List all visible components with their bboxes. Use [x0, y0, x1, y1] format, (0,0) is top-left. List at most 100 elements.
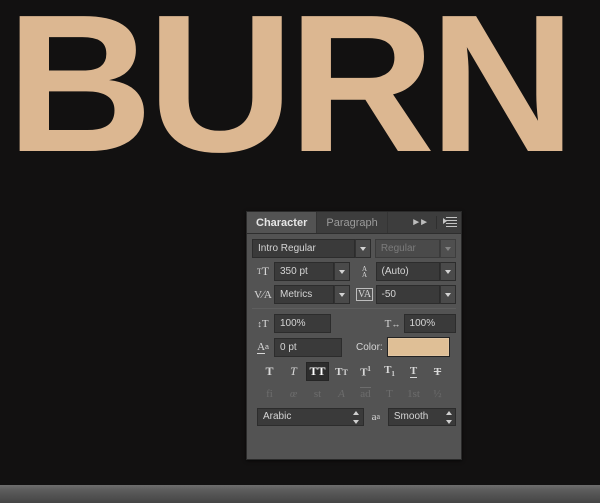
chevron-down-icon: [339, 270, 345, 274]
tab-character-label: Character: [256, 217, 307, 229]
vertical-scale-input[interactable]: 100%: [274, 314, 331, 333]
double-chevron-right-icon[interactable]: ►►: [408, 217, 430, 228]
all-caps-button[interactable]: TT: [306, 362, 329, 381]
vertical-scale-value: 100%: [280, 318, 306, 329]
tracking-combo[interactable]: -50: [376, 285, 456, 304]
leading-dropdown-arrow[interactable]: [440, 262, 456, 281]
font-family-input[interactable]: Intro Regular: [252, 239, 355, 258]
fractions-glyph: ½: [433, 388, 441, 400]
font-style-input[interactable]: Regular: [375, 239, 440, 258]
baseline-color-row: Aa 0 pt Color:: [252, 337, 456, 357]
scale-row: ↕T 100% T↔ 100%: [252, 314, 456, 333]
chevron-down-icon: [339, 293, 345, 297]
stylistic-alternates-button[interactable]: ad: [354, 384, 377, 403]
titling-alternates-button[interactable]: T: [378, 384, 401, 403]
tracking-value: -50: [382, 289, 396, 300]
kerning-input[interactable]: Metrics: [274, 285, 334, 304]
chevron-down-icon: [445, 247, 451, 251]
artwork-text: BURN: [6, 0, 600, 182]
faux-italic-button[interactable]: T: [282, 362, 305, 381]
contextual-alternates-glyph: st: [314, 388, 321, 400]
kerning-value: Metrics: [280, 289, 312, 300]
discretionary-ligatures-glyph: œ: [290, 388, 297, 400]
faux-bold-button[interactable]: T: [258, 362, 281, 381]
anti-alias-icon: aa: [368, 407, 384, 426]
panel-tab-bar: Character Paragraph ►►: [247, 212, 461, 234]
font-row: Intro Regular Regular: [252, 239, 456, 258]
tracking-input[interactable]: -50: [376, 285, 440, 304]
panel-menu-icon[interactable]: [443, 217, 457, 228]
baseline-shift-value: 0 pt: [280, 342, 297, 353]
text-color-swatch[interactable]: [387, 337, 450, 357]
font-size-combo[interactable]: 350 pt: [274, 262, 350, 281]
font-family-value: Intro Regular: [258, 243, 316, 254]
antialias-select[interactable]: Smooth: [388, 408, 456, 426]
font-style-value: Regular: [381, 243, 416, 254]
tracking-dropdown-arrow[interactable]: [440, 285, 456, 304]
swash-glyph: A: [338, 388, 345, 400]
language-stepper-icon[interactable]: [353, 411, 360, 424]
standard-ligatures-button[interactable]: fi: [258, 384, 281, 403]
kerning-tracking-row: V∕A Metrics VA -50: [252, 285, 456, 304]
strikethrough-button[interactable]: T: [426, 362, 449, 381]
application-bottom-bar: [0, 485, 600, 503]
font-size-input[interactable]: 350 pt: [274, 262, 334, 281]
leading-icon: AA: [354, 262, 376, 281]
leading-value: (Auto): [382, 266, 409, 277]
font-family-dropdown-arrow[interactable]: [355, 239, 371, 258]
font-size-icon: TT: [252, 262, 274, 281]
small-caps-button[interactable]: TT: [330, 362, 353, 381]
section-divider: [252, 308, 456, 309]
tab-paragraph-label: Paragraph: [326, 217, 377, 229]
font-style-dropdown-arrow[interactable]: [440, 239, 456, 258]
fractions-button[interactable]: ½: [426, 384, 449, 403]
horizontal-scale-icon: T↔: [382, 314, 404, 333]
font-style-combo[interactable]: Regular: [375, 239, 456, 258]
horizontal-scale-input[interactable]: 100%: [404, 314, 456, 333]
language-antialias-row: Arabic aa Smooth: [252, 403, 456, 426]
faux-italic-glyph: T: [290, 364, 297, 379]
standard-ligatures-glyph: fi: [266, 388, 273, 400]
kerning-combo[interactable]: Metrics: [274, 285, 350, 304]
chevron-down-icon: [445, 293, 451, 297]
antialias-value: Smooth: [394, 411, 428, 422]
antialias-stepper-icon[interactable]: [445, 411, 452, 424]
ordinals-glyph: 1st: [407, 388, 420, 400]
color-label: Color:: [356, 342, 383, 353]
leading-combo[interactable]: (Auto): [376, 262, 456, 281]
leading-input[interactable]: (Auto): [376, 262, 440, 281]
kerning-dropdown-arrow[interactable]: [334, 285, 350, 304]
baseline-shift-icon: Aa: [252, 338, 274, 357]
swash-button[interactable]: A: [330, 384, 353, 403]
tab-character[interactable]: Character: [247, 212, 317, 233]
panel-tab-tools: ►►: [408, 212, 461, 233]
vertical-scale-icon: ↕T: [252, 314, 274, 333]
underline-button[interactable]: T: [402, 362, 425, 381]
panel-body: Intro Regular Regular TT: [247, 234, 461, 426]
font-family-combo[interactable]: Intro Regular: [252, 239, 371, 258]
discretionary-ligatures-button[interactable]: œ: [282, 384, 305, 403]
font-style-buttons: T T TT TT T1 T1 T T: [252, 361, 456, 381]
opentype-buttons: fi œ st A ad T 1st ½: [252, 381, 456, 403]
baseline-shift-input[interactable]: 0 pt: [274, 338, 342, 357]
language-select[interactable]: Arabic: [257, 408, 364, 426]
faux-bold-glyph: T: [265, 364, 273, 379]
font-size-dropdown-arrow[interactable]: [334, 262, 350, 281]
character-panel: Character Paragraph ►► Intro Regular: [246, 211, 462, 460]
chevron-down-icon: [445, 270, 451, 274]
subscript-button[interactable]: T1: [378, 362, 401, 381]
chevron-down-icon: [360, 247, 366, 251]
size-leading-row: TT 350 pt AA (Auto): [252, 262, 456, 281]
kerning-icon: V∕A: [252, 285, 274, 304]
toolbar-divider: [436, 216, 437, 229]
contextual-alternates-button[interactable]: st: [306, 384, 329, 403]
tab-paragraph[interactable]: Paragraph: [317, 212, 387, 233]
language-value: Arabic: [263, 411, 291, 422]
tracking-icon: VA: [354, 285, 376, 304]
titling-alternates-glyph: T: [386, 388, 393, 400]
superscript-button[interactable]: T1: [354, 362, 377, 381]
ordinals-button[interactable]: 1st: [402, 384, 425, 403]
horizontal-scale-value: 100%: [410, 318, 436, 329]
font-size-value: 350 pt: [280, 266, 308, 277]
stylistic-alternates-glyph: ad: [360, 387, 370, 400]
